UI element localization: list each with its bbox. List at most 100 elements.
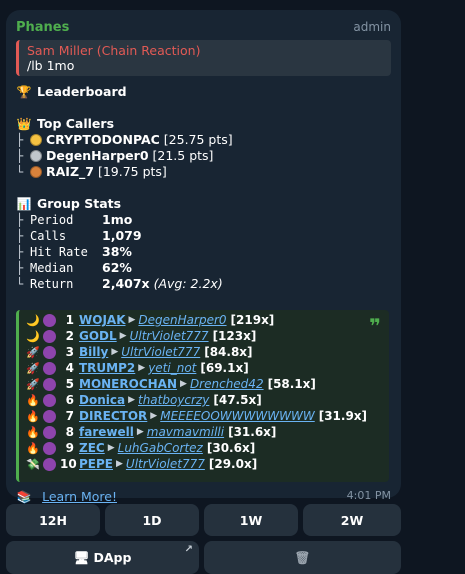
entry-rank: 6 (65, 393, 74, 407)
entry-ticker[interactable]: PEPE (79, 457, 113, 471)
entry-multiplier: [219x] (230, 313, 275, 327)
entry-ticker[interactable]: WOJAK (79, 313, 126, 327)
entry-caller[interactable]: Drenched42 (190, 377, 264, 391)
entry-caller[interactable]: LuhGabCortez (118, 441, 203, 455)
top-caller-pts: [19.75 pts] (97, 164, 167, 179)
arrow-icon: ▶ (107, 443, 115, 453)
dapp-button[interactable]: 🖥 DApp ↗ (6, 541, 199, 574)
entry-caller[interactable]: mavmavmilli (147, 425, 224, 439)
coin-icon (43, 409, 56, 423)
entry-multiplier: [58.1x] (267, 377, 316, 391)
trophy-icon: 🏆 (16, 85, 32, 99)
timeframe-1d-button[interactable]: 1D (105, 504, 199, 536)
coin-icon (43, 329, 56, 343)
entry-ticker[interactable]: Billy (79, 345, 108, 359)
silver-medal-icon (30, 150, 42, 162)
entry-ticker[interactable]: Donica (79, 393, 125, 407)
bronze-medal-icon (30, 166, 42, 178)
reply-preview[interactable]: Sam Miller (Chain Reaction) /lb 1mo (16, 40, 391, 76)
entry-caller[interactable]: yeti_not (148, 361, 196, 375)
entry-caller[interactable]: UltrViolet777 (126, 457, 205, 471)
top-caller-pts: [25.75 pts] (163, 132, 233, 147)
trash-icon: 🗑 (294, 549, 311, 565)
leaderboard-entry: 💸 10 PEPE ▶ UltrViolet777 [29.0x] (25, 456, 389, 472)
fire-icon: 🔥 (26, 409, 40, 423)
external-link-icon: ↗ (184, 544, 193, 555)
stat-row: └ Return 2,407x (Avg: 2.2x) (16, 276, 223, 291)
leaderboard-entry: 🔥 9 ZEC ▶ LuhGabCortez [30.6x] (25, 440, 389, 456)
stat-value: 2,407x (102, 276, 150, 291)
top-caller-pts: [21.5 pts] (152, 148, 214, 163)
coin-icon (43, 425, 56, 439)
entry-ticker[interactable]: MONEROCHAN (79, 377, 177, 391)
message-footer: 📚 Learn More! 4:01 PM (16, 486, 391, 504)
timeframe-2w-button[interactable]: 2W (303, 504, 401, 536)
leaderboard-entry: 🌙 1 WOJAK ▶ DegenHarper0 [219x] (25, 312, 389, 328)
fire-icon: 🔥 (26, 441, 40, 455)
stat-row: ├ Calls 1,079 (16, 228, 142, 243)
stat-extra: (Avg: 2.2x) (153, 276, 223, 291)
message-bubble: Phanes admin Sam Miller (Chain Reaction)… (6, 10, 401, 504)
leaderboard-title: Leaderboard (37, 84, 127, 99)
arrow-icon: ▶ (128, 395, 135, 405)
top-callers-title: Top Callers (37, 116, 115, 131)
entry-ticker[interactable]: TRUMP2 (79, 361, 135, 375)
entry-caller[interactable]: UltrViolet777 (121, 345, 200, 359)
leaderboard-entry: 🔥 8 farewell ▶ mavmavmilli [31.6x] (25, 424, 389, 440)
coin-icon (43, 345, 56, 359)
leaderboard-heading: 🏆 Leaderboard (16, 84, 391, 100)
gold-medal-icon (30, 134, 42, 146)
coin-icon (43, 361, 56, 375)
stat-key: Return (30, 277, 74, 291)
delete-button[interactable]: 🗑 (204, 541, 401, 574)
learn-more-link[interactable]: Learn More! (42, 489, 117, 504)
entry-ticker[interactable]: ZEC (79, 441, 105, 455)
arrow-icon: ▶ (119, 331, 127, 341)
arrow-icon: ▶ (150, 411, 158, 421)
entry-ticker[interactable]: GODL (79, 329, 117, 343)
leaderboard-entry: 🚀 4 TRUMP2 ▶ yeti_not [69.1x] (25, 360, 389, 376)
entry-ticker[interactable]: DIRECTOR (79, 409, 147, 423)
rocket-icon: 🚀 (26, 361, 40, 375)
entry-multiplier: [69.1x] (200, 361, 249, 375)
dapp-label: DApp (93, 550, 132, 565)
entry-rank: 5 (65, 377, 74, 391)
entry-multiplier: [47.5x] (213, 393, 262, 407)
crown-icon: 👑 (16, 117, 32, 131)
arrow-icon: ▶ (128, 315, 136, 325)
message-header: Phanes admin (16, 18, 391, 36)
fire-icon: 🔥 (26, 393, 40, 407)
top-caller-name: DegenHarper0 (46, 148, 149, 163)
books-icon: 📚 (16, 489, 32, 504)
entry-rank: 3 (65, 345, 74, 359)
leaderboard-entry: 🚀 3 Billy ▶ UltrViolet777 [84.8x] (25, 344, 389, 360)
entry-caller[interactable]: MEEEEOOWWWWWWWW (160, 409, 315, 423)
entry-rank: 9 (65, 441, 74, 455)
moon-icon: 🌙 (26, 313, 40, 327)
entry-multiplier: [84.8x] (204, 345, 253, 359)
top-caller-name: RAIZ_7 (46, 164, 94, 179)
entry-caller[interactable]: DegenHarper0 (138, 313, 226, 327)
entry-caller[interactable]: UltrViolet777 (130, 329, 209, 343)
entry-multiplier: [123x] (212, 329, 257, 343)
stat-row: ├ Hit Rate 38% (16, 244, 132, 259)
entry-ticker[interactable]: farewell (79, 425, 134, 439)
timeframe-1w-button[interactable]: 1W (204, 504, 298, 536)
stat-value: 38% (102, 244, 132, 259)
timeframe-12h-button[interactable]: 12H (6, 504, 100, 536)
money-icon: 💸 (26, 457, 40, 471)
leaderboard-entry: 🚀 5 MONEROCHAN ▶ Drenched42 [58.1x] (25, 376, 389, 392)
coin-icon (43, 313, 56, 327)
entry-caller[interactable]: thatboycrzy (138, 393, 209, 407)
stat-value: 62% (102, 260, 132, 275)
sender-name[interactable]: Phanes (16, 20, 69, 35)
stat-key: Hit Rate (30, 245, 88, 259)
group-stats-title: Group Stats (37, 196, 122, 211)
coin-icon (43, 457, 56, 471)
arrow-icon: ▶ (138, 363, 146, 373)
top-caller-row: ├ CRYPTODONPAC [25.75 pts] (16, 132, 233, 147)
top-callers-section: 👑 Top Callers ├ CRYPTODONPAC [25.75 pts]… (16, 116, 391, 180)
leaderboard-entry: 🔥 7 DIRECTOR ▶ MEEEEOOWWWWWWWW [31.9x] (25, 408, 389, 424)
stat-key: Calls (30, 229, 67, 243)
stat-key: Period (30, 213, 74, 227)
